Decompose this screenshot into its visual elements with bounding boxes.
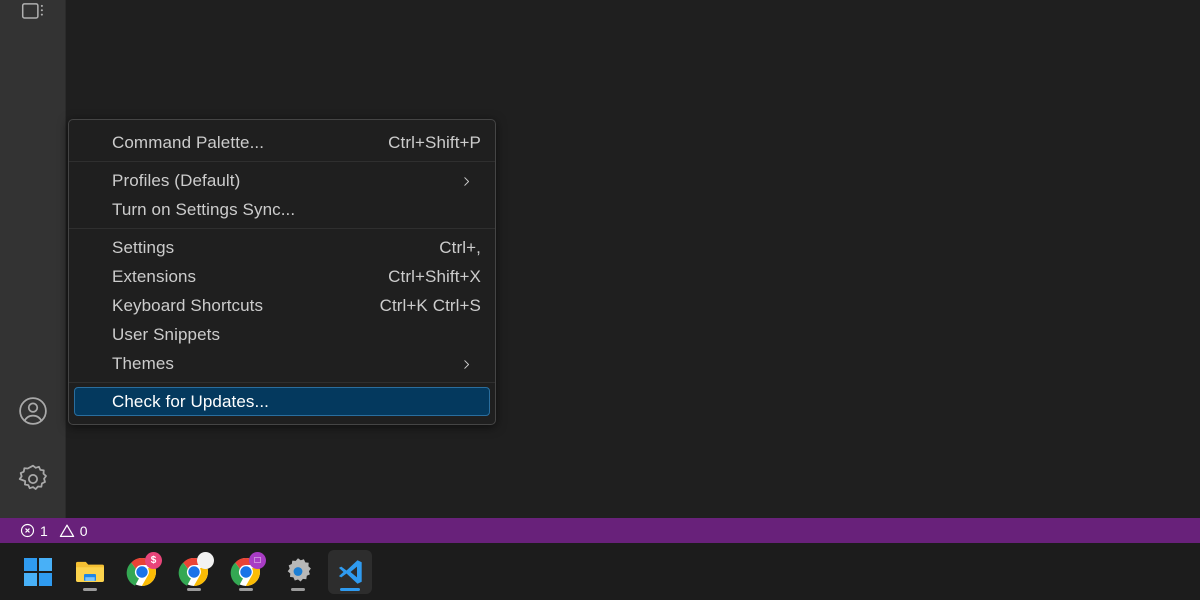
chrome-button-3[interactable]: □ [224, 550, 268, 594]
activity-bar-item-accounts[interactable] [0, 387, 66, 435]
vscode-window: Command Palette... Ctrl+Shift+P Profiles (… [0, 0, 1200, 543]
menu-item-label: Keyboard Shortcuts [112, 295, 264, 315]
taskbar-badge: □ [249, 551, 266, 569]
start-button[interactable] [16, 550, 60, 594]
menu-group: Check for Updates... [69, 383, 495, 420]
chevron-right-icon [461, 176, 471, 186]
menu-item-label: Settings [112, 237, 175, 257]
start-icon [22, 556, 54, 588]
menu-group: Settings Ctrl+, Extensions Ctrl+Shift+X Keyb… [69, 229, 495, 382]
file-explorer-button[interactable] [68, 550, 112, 594]
status-bar: 1 0 [0, 518, 1200, 543]
menu-item[interactable]: Turn on Settings Sync... [74, 195, 490, 224]
menu-item-label: Extensions [112, 266, 197, 286]
menu-item[interactable]: Profiles (Default) [74, 166, 490, 195]
taskbar-running-indicator [340, 587, 360, 591]
menu-item-keybinding: Ctrl+Shift+P [388, 132, 481, 152]
activity-bar-item-manage[interactable] [0, 455, 66, 503]
status-bar-problems-button[interactable]: 1 0 [16, 520, 98, 542]
menu-item-label: Check for Updates... [112, 391, 269, 411]
menu-item-label: Turn on Settings Sync... [112, 199, 296, 219]
taskbar-badge: $ [145, 551, 162, 569]
menu-item-label: Command Palette... [112, 132, 265, 152]
settings-button[interactable] [276, 550, 320, 594]
menu-item[interactable]: Extensions Ctrl+Shift+X [74, 262, 490, 291]
activity-bar [0, 0, 66, 518]
menu-item[interactable]: User Snippets [74, 320, 490, 349]
status-bar-error-count: 1 [40, 522, 48, 539]
manage-gear-icon [16, 462, 50, 496]
taskbar-running-indicator [83, 587, 97, 591]
chevron-right-icon [461, 359, 471, 369]
warning-icon [59, 523, 75, 539]
vscode-button[interactable] [328, 549, 372, 594]
menu-item[interactable]: Check for Updates... [74, 387, 490, 416]
menu-item-keybinding: Ctrl+Shift+X [388, 266, 481, 286]
chrome-button-2[interactable] [172, 550, 216, 594]
menu-group: Profiles (Default) Turn on Settings Sync.… [69, 162, 495, 228]
menu-item-label: Profiles (Default) [112, 170, 241, 190]
menu-item-keybinding: Ctrl+K Ctrl+S [379, 295, 481, 315]
accounts-icon [16, 394, 50, 428]
menu-item[interactable]: Command Palette... Ctrl+Shift+P [74, 128, 490, 157]
file-explorer-icon [74, 556, 106, 588]
taskbar-running-indicator [187, 587, 201, 591]
error-icon [20, 523, 35, 538]
screen: Command Palette... Ctrl+Shift+P Profiles (… [0, 0, 1200, 600]
taskbar-badge [197, 551, 214, 569]
vscode-icon [334, 556, 366, 588]
taskbar-running-indicator [239, 587, 253, 591]
panel-icon [20, 0, 46, 25]
chrome-button-1[interactable]: $ [120, 550, 164, 594]
activity-bar-item-panel[interactable] [0, 0, 66, 36]
menu-item[interactable]: Keyboard Shortcuts Ctrl+K Ctrl+S [74, 291, 490, 320]
menu-item[interactable]: Settings Ctrl+, [74, 233, 490, 262]
status-bar-warning-count: 0 [79, 522, 88, 539]
menu-item-label: Themes [112, 353, 175, 373]
menu-item-label: User Snippets [112, 324, 221, 344]
settings-icon [282, 556, 314, 588]
menu-group: Command Palette... Ctrl+Shift+P [69, 124, 495, 161]
windows-taskbar: $ □ [0, 543, 1200, 600]
menu-item[interactable]: Themes [74, 349, 490, 378]
manage-gear-context-menu[interactable]: Command Palette... Ctrl+Shift+P Profiles (… [68, 119, 496, 425]
taskbar-running-indicator [291, 587, 305, 591]
menu-item-keybinding: Ctrl+, [439, 237, 481, 257]
